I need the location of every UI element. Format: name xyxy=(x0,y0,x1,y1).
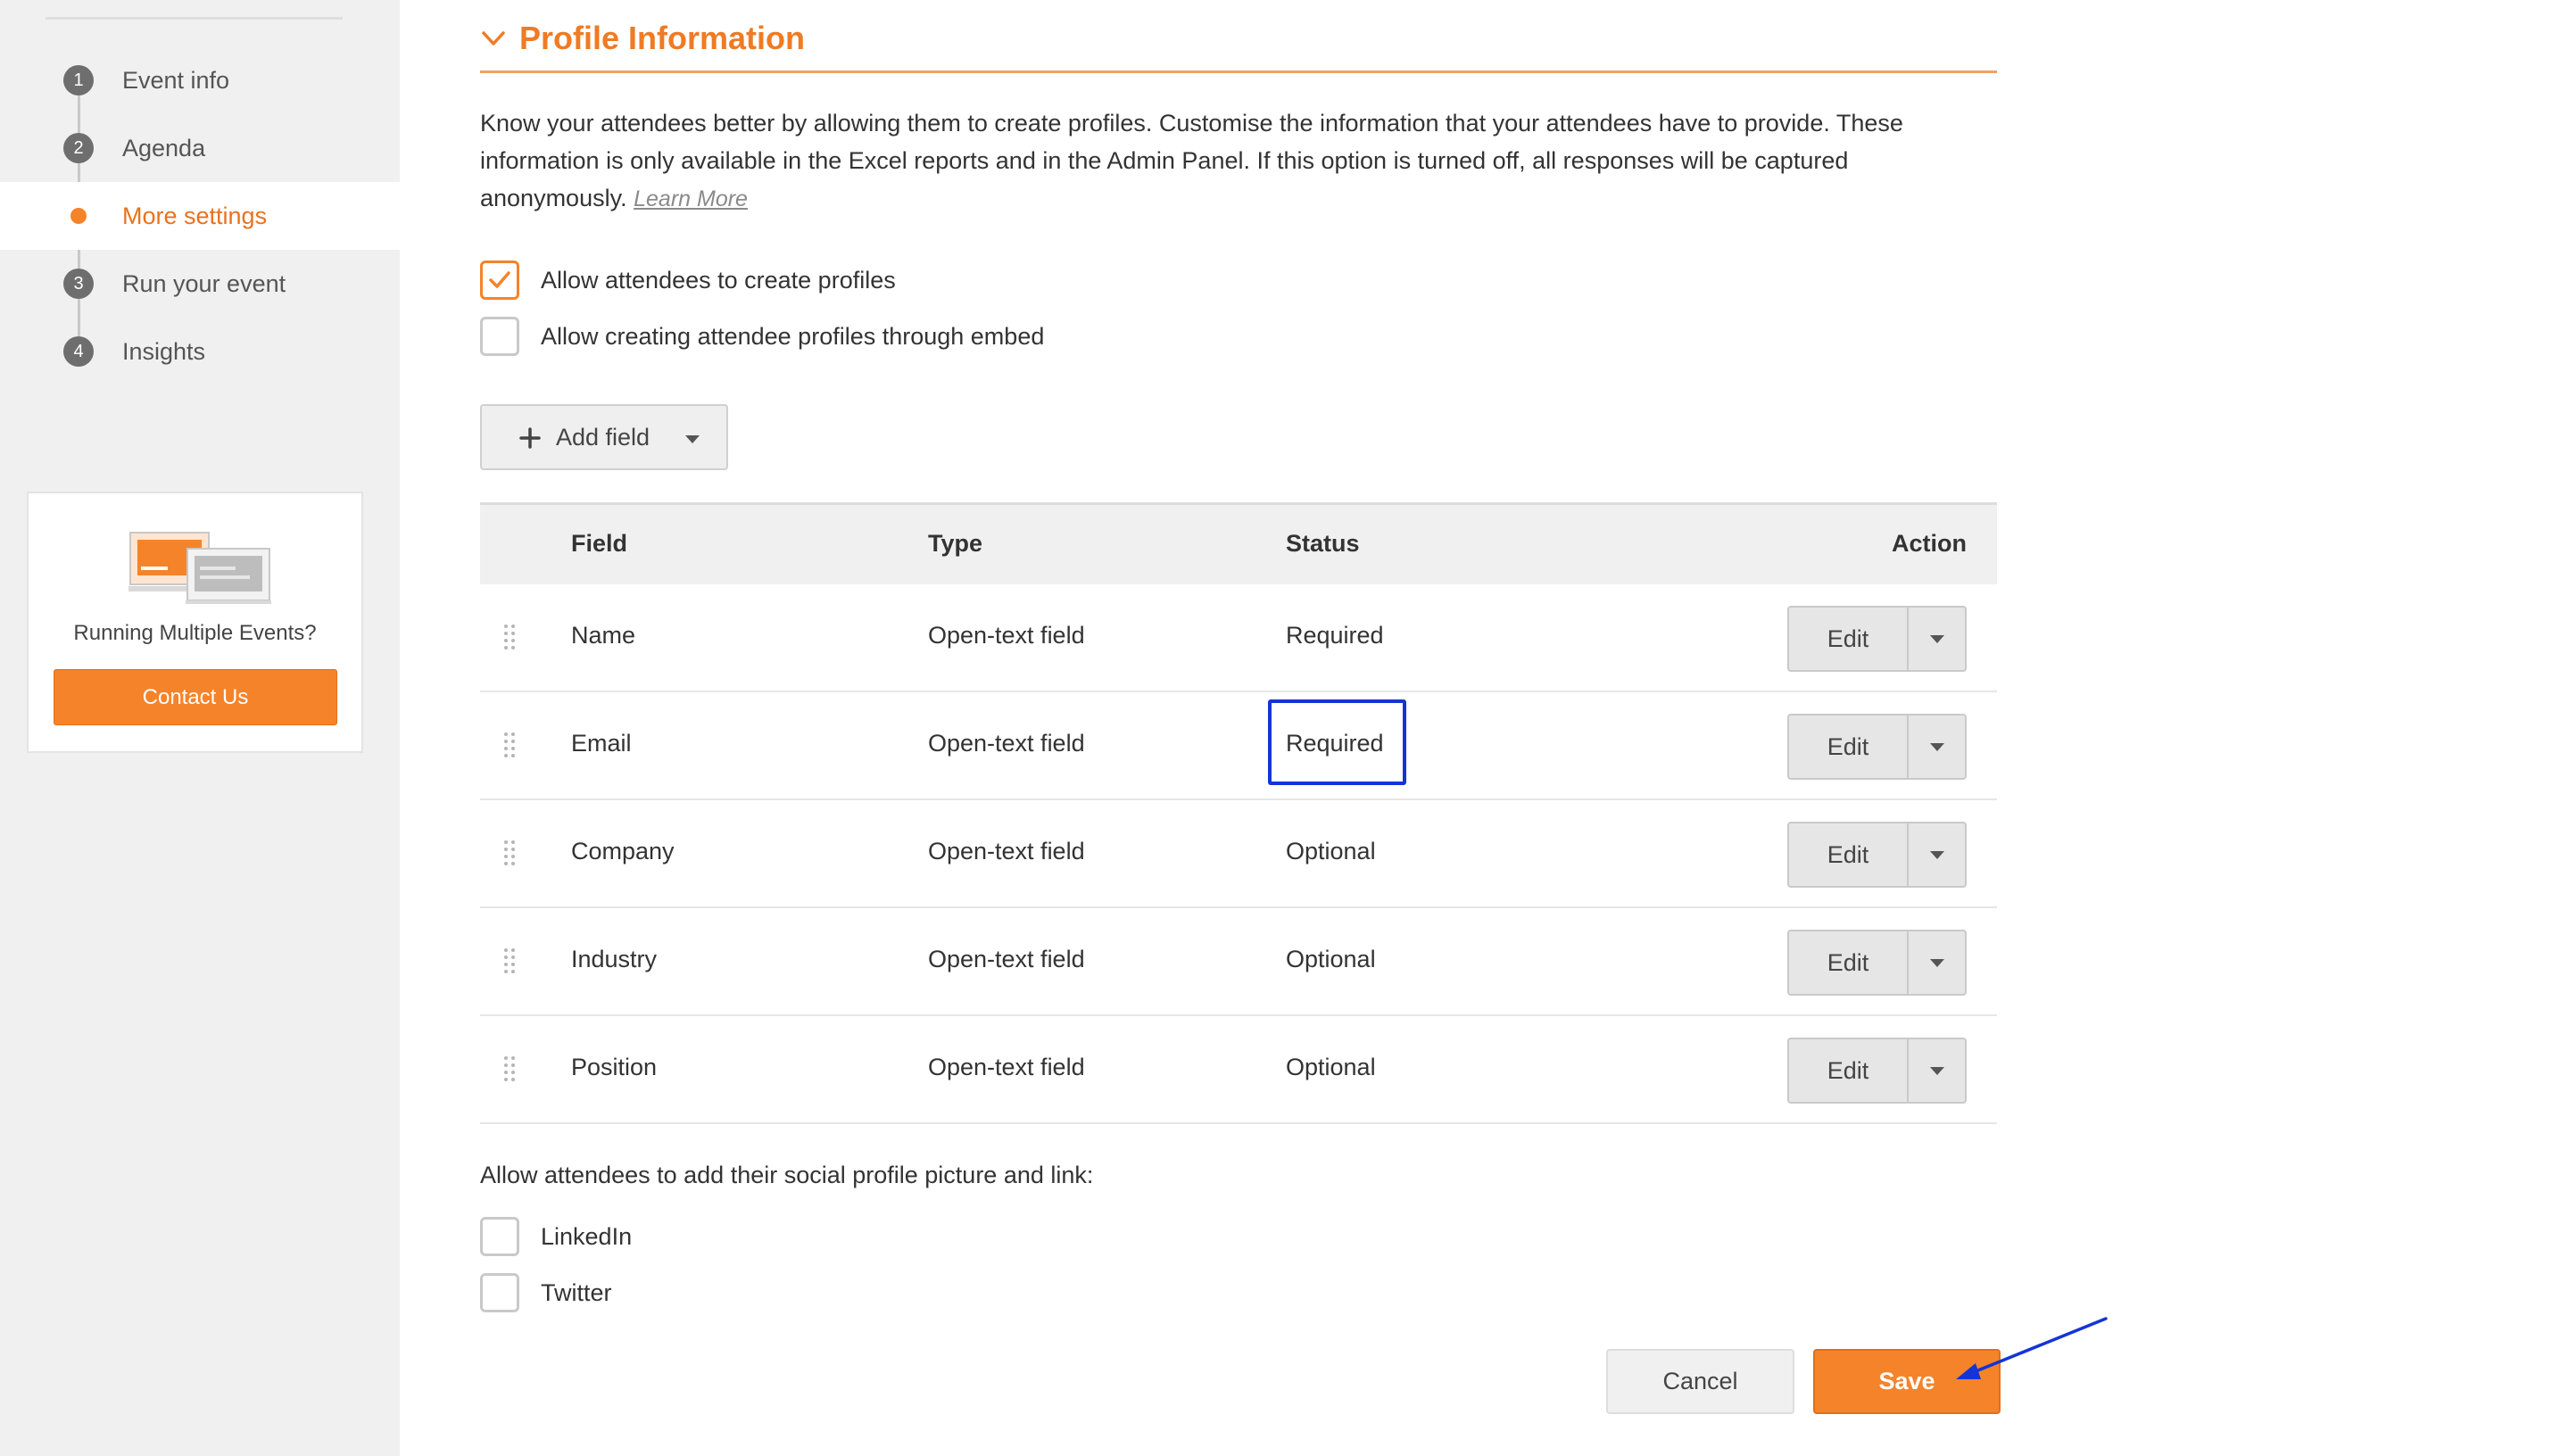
linkedin-checkbox[interactable] xyxy=(480,1217,519,1256)
edit-options-dropdown[interactable] xyxy=(1909,608,1965,670)
table-row: Industry Open-text field Optional Edit xyxy=(480,908,1997,1016)
field-type: Open-text field xyxy=(928,622,1085,649)
field-status: Required xyxy=(1286,622,1384,649)
allow-embed-checkbox[interactable] xyxy=(480,317,519,356)
step-number-badge: 3 xyxy=(63,269,94,299)
column-header-field: Field xyxy=(571,530,628,557)
checkbox-label: LinkedIn xyxy=(541,1222,633,1250)
table-row: Company Open-text field Optional Edit xyxy=(480,800,1997,908)
edit-split-button: Edit xyxy=(1787,1038,1967,1104)
step-number-badge: 1 xyxy=(63,65,94,95)
checkmark-icon xyxy=(489,271,510,288)
caret-down-icon xyxy=(1929,958,1944,967)
checkbox-label: Allow creating attendee profiles through… xyxy=(541,322,1045,350)
edit-button[interactable]: Edit xyxy=(1789,608,1909,670)
edit-options-dropdown[interactable] xyxy=(1909,716,1965,778)
column-header-type: Type xyxy=(928,530,983,557)
edit-button[interactable]: Edit xyxy=(1789,716,1909,778)
sidebar-item-label: More settings xyxy=(122,202,268,229)
caret-down-icon xyxy=(1929,850,1944,859)
cancel-button[interactable]: Cancel xyxy=(1606,1349,1794,1414)
sidebar: 1 Event info 2 Agenda More settings 3 Ru… xyxy=(0,0,400,1456)
edit-button[interactable]: Edit xyxy=(1789,1039,1909,1102)
allow-embed-option[interactable]: Allow creating attendee profiles through… xyxy=(480,317,1044,356)
field-name: Email xyxy=(571,730,632,757)
section-title: Profile Information xyxy=(519,20,806,56)
sidebar-item-agenda[interactable]: 2 Agenda xyxy=(0,114,400,182)
sidebar-item-more-settings[interactable]: More settings xyxy=(0,182,400,250)
drag-handle-icon[interactable] xyxy=(502,624,517,650)
edit-split-button: Edit xyxy=(1787,822,1967,888)
drag-handle-icon[interactable] xyxy=(502,840,517,866)
social-profile-label: Allow attendees to add their social prof… xyxy=(480,1162,1094,1188)
sidebar-item-run-your-event[interactable]: 3 Run your event xyxy=(0,250,400,318)
field-type: Open-text field xyxy=(928,838,1085,864)
drag-handle-icon[interactable] xyxy=(502,1055,517,1082)
field-status: Optional xyxy=(1286,1054,1376,1080)
divider xyxy=(46,17,343,20)
field-name: Name xyxy=(571,622,636,649)
step-number-badge: 4 xyxy=(63,336,94,367)
edit-options-dropdown[interactable] xyxy=(1909,823,1965,886)
divider xyxy=(480,70,1997,73)
column-header-status: Status xyxy=(1286,530,1360,557)
edit-button[interactable]: Edit xyxy=(1789,823,1909,886)
profile-fields-table: Field Type Status Action Name Open-text … xyxy=(480,502,1997,1124)
sidebar-item-event-info[interactable]: 1 Event info xyxy=(0,46,400,114)
step-number-badge: 2 xyxy=(63,133,94,163)
status-highlight-annotation xyxy=(1268,699,1406,785)
field-status: Optional xyxy=(1286,838,1376,864)
twitter-option[interactable]: Twitter xyxy=(480,1273,612,1312)
field-name: Position xyxy=(571,1054,658,1080)
main-content: Profile Information Know your attendees … xyxy=(480,0,2001,1456)
field-name: Company xyxy=(571,838,675,864)
linkedin-option[interactable]: LinkedIn xyxy=(480,1217,632,1256)
allow-profiles-option[interactable]: Allow attendees to create profiles xyxy=(480,261,896,300)
edit-split-button: Edit xyxy=(1787,930,1967,996)
annotation-arrow-icon xyxy=(1956,1317,2108,1379)
field-type: Open-text field xyxy=(928,730,1085,757)
sidebar-item-insights[interactable]: 4 Insights xyxy=(0,318,400,385)
sidebar-item-label: Agenda xyxy=(122,134,206,161)
table-header: Field Type Status Action xyxy=(480,502,1997,584)
edit-options-dropdown[interactable] xyxy=(1909,1039,1965,1102)
field-type: Open-text field xyxy=(928,946,1085,972)
multiple-events-promo: Running Multiple Events? Contact Us xyxy=(27,492,363,753)
caret-down-icon xyxy=(1929,1066,1944,1075)
field-type: Open-text field xyxy=(928,1054,1085,1080)
add-field-dropdown-button[interactable]: Add field xyxy=(480,404,728,470)
caret-down-icon xyxy=(1929,742,1944,751)
edit-button[interactable]: Edit xyxy=(1789,931,1909,994)
active-step-dot-icon xyxy=(70,208,87,224)
plus-icon xyxy=(519,427,541,449)
table-row: Email Open-text field Required Edit xyxy=(480,692,1997,800)
sidebar-item-label: Event info xyxy=(122,66,230,94)
drag-handle-icon[interactable] xyxy=(502,732,517,758)
table-row: Name Open-text field Required Edit xyxy=(480,584,1997,692)
edit-options-dropdown[interactable] xyxy=(1909,931,1965,994)
learn-more-link[interactable]: Learn More xyxy=(634,186,748,211)
drag-handle-icon[interactable] xyxy=(502,947,517,974)
edit-split-button: Edit xyxy=(1787,714,1967,780)
sidebar-item-label: Run your event xyxy=(122,269,286,297)
twitter-checkbox[interactable] xyxy=(480,1273,519,1312)
checkbox-label: Allow attendees to create profiles xyxy=(541,266,896,294)
add-field-label: Add field xyxy=(556,423,650,451)
chevron-down-icon xyxy=(482,31,505,46)
contact-us-button[interactable]: Contact Us xyxy=(54,669,337,725)
sidebar-item-label: Insights xyxy=(122,337,206,365)
field-status: Optional xyxy=(1286,946,1376,972)
field-name: Industry xyxy=(571,946,658,972)
section-description: Know your attendees better by allowing t… xyxy=(480,104,1997,218)
screens-illustration-icon xyxy=(128,532,271,604)
table-row: Position Open-text field Optional Edit xyxy=(480,1016,1997,1124)
edit-split-button: Edit xyxy=(1787,606,1967,672)
section-header[interactable]: Profile Information xyxy=(480,16,805,61)
allow-profiles-checkbox[interactable] xyxy=(480,261,519,300)
column-header-action: Action xyxy=(1892,530,1967,557)
checkbox-label: Twitter xyxy=(541,1278,612,1306)
caret-down-icon xyxy=(1929,634,1944,643)
promo-text: Running Multiple Events? xyxy=(73,621,317,645)
caret-down-icon xyxy=(685,435,700,443)
